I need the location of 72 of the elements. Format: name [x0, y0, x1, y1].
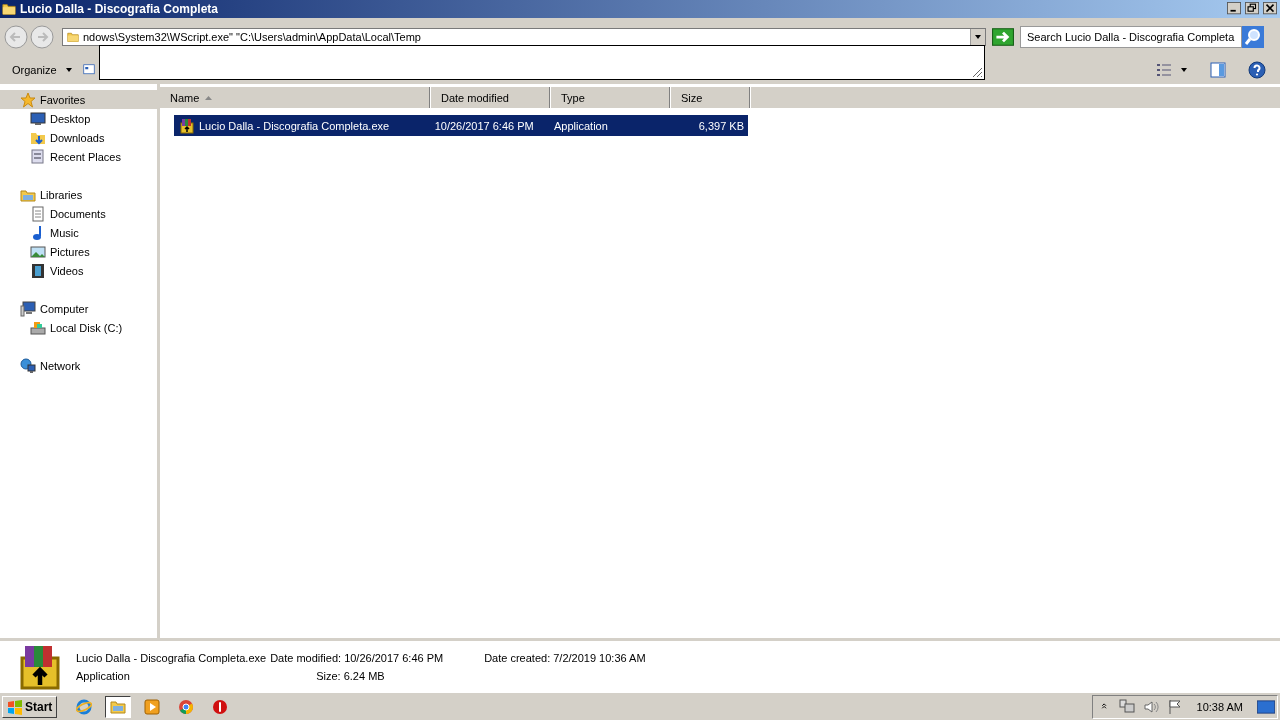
caret-icon [64, 66, 73, 74]
column-header[interactable]: Type [551, 87, 671, 108]
close-icon [1262, 2, 1278, 16]
minimize-button[interactable] [1226, 2, 1242, 16]
folder-icon [2, 1, 16, 17]
show-desktop-icon [1257, 699, 1275, 714]
table-cell-text: 6,397 KB [697, 119, 745, 132]
search-field[interactable]: Search Lucio Dalla - Discografia Completa [1020, 26, 1242, 48]
sidebar-item[interactable]: Pictures [0, 242, 157, 261]
dropdown-button[interactable] [970, 29, 985, 45]
archive-icon [179, 117, 195, 134]
browser-circle-icon [178, 698, 195, 715]
organize-menu[interactable]: Organize [6, 62, 79, 78]
help-icon [1248, 61, 1266, 79]
videos-icon [30, 262, 46, 279]
folder-icon [110, 698, 127, 715]
play-icon [144, 698, 161, 715]
file-name: Lucio Dalla - Discografia Completa.exe [199, 119, 390, 132]
sidebar-item[interactable]: Libraries [0, 185, 157, 204]
sidebar-item[interactable]: Network [0, 356, 157, 375]
network-icon [20, 357, 36, 374]
sidebar-item[interactable]: Desktop [0, 109, 157, 128]
recent-icon [30, 148, 46, 165]
restore-icon [1244, 2, 1260, 16]
star-icon [20, 91, 36, 108]
search-icon [1242, 26, 1264, 48]
caret-icon [1180, 66, 1188, 74]
resize-grip-icon[interactable] [971, 66, 983, 78]
windows-logo-icon [7, 698, 23, 715]
sidebar-item[interactable]: Videos [0, 261, 157, 280]
flag-icon [1166, 698, 1183, 715]
sidebar-item[interactable]: Music [0, 223, 157, 242]
go-button[interactable] [992, 28, 1014, 46]
toolbar-icon [82, 63, 95, 77]
documents-icon [30, 205, 46, 222]
column-header[interactable]: Date modified [431, 87, 551, 108]
minimize-icon [1226, 2, 1242, 16]
volume-icon [1142, 698, 1159, 715]
column-header[interactable]: Size [671, 87, 751, 108]
date-modified: Date modified: 10/26/2017 6:46 PM [270, 651, 445, 664]
column-header[interactable]: Name [160, 87, 431, 108]
sidebar-item[interactable]: Downloads [0, 128, 157, 147]
table-cell-text: Application [553, 119, 609, 132]
sidebar-item[interactable]: Computer [0, 299, 157, 318]
close-button[interactable] [1262, 2, 1278, 16]
preview-pane-icon [1210, 62, 1226, 78]
address-field[interactable]: ndows\System32\WScript.exe" "C:\Users\admin\AppData\Local\Temp [62, 28, 986, 46]
taskbar-button[interactable] [105, 695, 132, 718]
network-icon [1118, 698, 1135, 715]
computer-icon [20, 300, 36, 317]
stop-icon [212, 698, 229, 715]
search-button[interactable] [1242, 26, 1264, 48]
browser-e-icon [76, 698, 93, 715]
view-list-icon [1156, 62, 1172, 78]
desktop-icon [30, 110, 46, 127]
table-cell-text: 10/26/2017 6:46 PM [433, 119, 535, 132]
sidebar-item[interactable]: Favorites [0, 90, 157, 109]
file-type: Application [76, 669, 131, 682]
sidebar-item[interactable]: Recent Places [0, 147, 157, 166]
sidebar-item[interactable]: Documents [0, 204, 157, 223]
file-name: Lucio Dalla - Discografia Completa.exe [76, 651, 267, 664]
file-row[interactable]: Lucio Dalla - Discografia Completa.exe 10/26/2017 6:46 PM Application 6,397 KB [174, 115, 748, 136]
sidebar-item[interactable]: Local Disk (C:) [0, 318, 157, 337]
start-button[interactable]: Start [2, 695, 58, 718]
caret-icon [974, 33, 982, 41]
file-size: Size: 6.24 MB [315, 669, 385, 682]
date-created: Date created: 7/2/2019 10:36 AM [484, 651, 646, 664]
restore-button[interactable] [1244, 2, 1260, 16]
window-title: Lucio Dalla - Discografia Completa [20, 2, 220, 16]
pictures-icon [30, 243, 46, 260]
disk-icon [30, 319, 46, 336]
clock: 10:38 AM [1196, 700, 1243, 713]
